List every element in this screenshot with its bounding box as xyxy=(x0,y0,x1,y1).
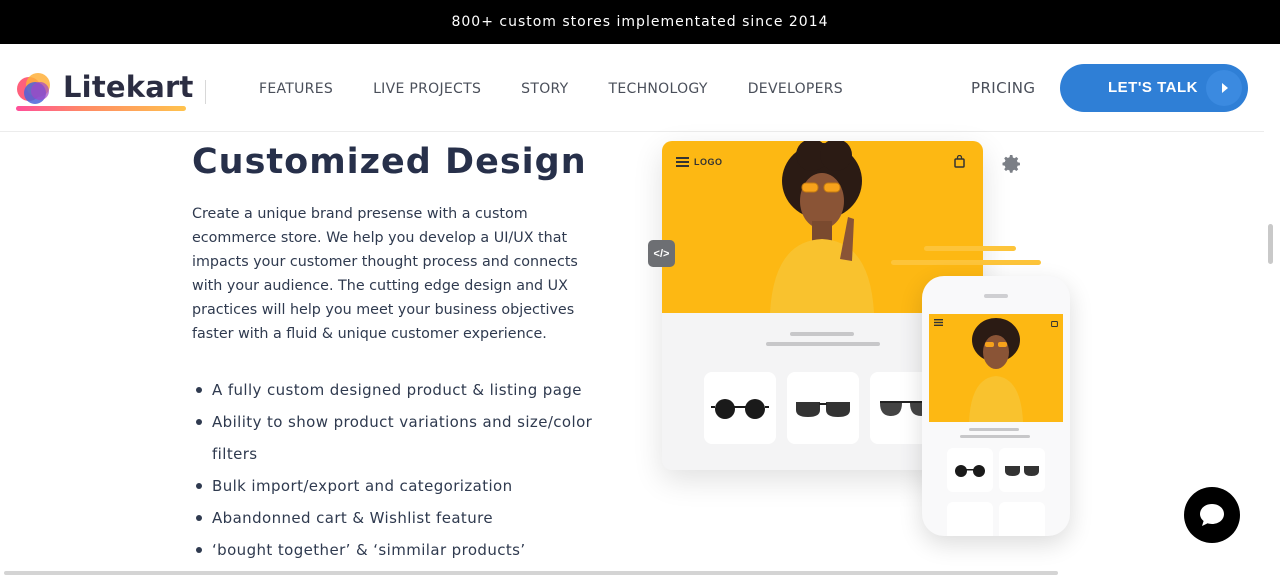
feature-item: Abandonned cart & Wishlist feature xyxy=(196,502,616,534)
nav-technology[interactable]: TECHNOLOGY xyxy=(609,81,708,97)
nav-story[interactable]: STORY xyxy=(521,81,568,97)
logo-underline xyxy=(16,106,186,111)
chat-button[interactable] xyxy=(1184,487,1240,543)
decorative-line xyxy=(891,260,1041,265)
brand-name: Litekart xyxy=(63,70,194,104)
product-card xyxy=(999,502,1045,536)
nav-live-projects[interactable]: LIVE PROJECTS xyxy=(373,81,481,97)
lets-talk-label: LET'S TALK xyxy=(1108,79,1198,96)
feature-item: Ability to show product variations and s… xyxy=(196,406,616,470)
model-illustration xyxy=(969,318,1023,422)
main-nav: FEATURES LIVE PROJECTS STORY TECHNOLOGY … xyxy=(259,81,843,97)
product-card xyxy=(947,448,993,492)
product-card xyxy=(787,372,859,444)
announcement-text: 800+ custom stores implementated since 2… xyxy=(451,14,829,30)
product-card xyxy=(999,448,1045,492)
placeholder-line xyxy=(960,435,1030,438)
section-title: Customized Design xyxy=(192,142,587,182)
sunglasses-icon xyxy=(1005,466,1039,476)
vertical-scrollbar[interactable] xyxy=(1264,44,1280,578)
play-arrow-icon xyxy=(1206,70,1242,106)
feature-item: ‘bought together’ & ‘simmilar products’ xyxy=(196,534,616,566)
nav-developers[interactable]: DEVELOPERS xyxy=(748,81,843,97)
nav-features[interactable]: FEATURES xyxy=(259,81,333,97)
feature-item: A fully custom designed product & listin… xyxy=(196,374,616,406)
announcement-bar: 800+ custom stores implementated since 2… xyxy=(0,0,1280,44)
product-card xyxy=(947,502,993,536)
logo-mark-icon xyxy=(17,73,50,104)
placeholder-line xyxy=(790,332,854,336)
horizontal-scrollbar[interactable] xyxy=(4,571,1058,575)
site-header: Litekart FEATURES LIVE PROJECTS STORY TE… xyxy=(0,44,1264,132)
decorative-line xyxy=(924,246,1016,251)
scrollbar-thumb[interactable] xyxy=(1268,224,1273,264)
code-icon: </> xyxy=(648,240,675,267)
placeholder-line xyxy=(969,428,1019,431)
brand-logo[interactable]: Litekart xyxy=(16,70,193,112)
feature-list: A fully custom designed product & listin… xyxy=(196,374,616,566)
nav-pricing[interactable]: PRICING xyxy=(971,79,1035,97)
product-card xyxy=(704,372,776,444)
phone-mockup xyxy=(922,276,1070,536)
placeholder-line xyxy=(766,342,880,346)
header-divider xyxy=(205,80,206,104)
gear-icon xyxy=(1002,155,1020,173)
sunglasses-icon xyxy=(955,465,985,477)
chat-icon xyxy=(1200,504,1224,526)
section-description: Create a unique brand presense with a cu… xyxy=(192,206,578,342)
sunglasses-icon xyxy=(796,402,850,417)
lets-talk-button[interactable]: LET'S TALK xyxy=(1060,64,1248,112)
sunglasses-icon xyxy=(711,399,769,419)
phone-hero-image xyxy=(929,314,1063,422)
phone-speaker xyxy=(984,294,1008,298)
feature-item: Bulk import/export and categorization xyxy=(196,470,616,502)
